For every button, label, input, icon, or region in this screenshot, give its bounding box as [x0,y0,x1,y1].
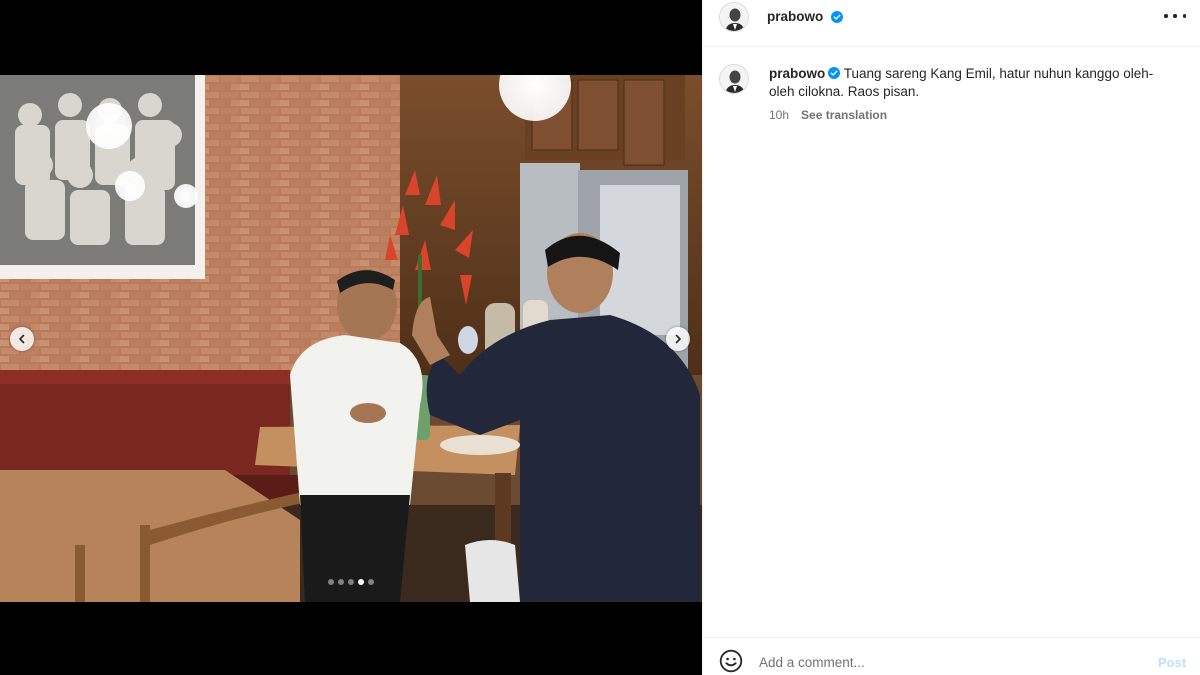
add-comment-bar: Post [703,637,1200,675]
carousel-dot [358,579,364,585]
carousel-dot [328,579,334,585]
header-username[interactable]: prabowo [767,9,823,24]
verified-badge [828,9,843,27]
carousel-next-button[interactable] [666,327,690,351]
carousel-dot [338,579,344,585]
comment-input[interactable] [759,652,1139,672]
profile-picture [720,65,748,93]
post-photo [0,75,702,602]
chevron-right-icon [675,334,681,344]
post-timestamp[interactable]: 10h [769,108,789,122]
media-viewer [0,0,702,675]
avatar[interactable] [719,2,749,32]
see-translation-link[interactable]: See translation [801,108,887,122]
post-photo-illustration [0,75,702,602]
caption-meta: 10h See translation [769,108,887,122]
post-header: prabowo [703,0,1200,47]
profile-picture [720,3,748,31]
carousel-dot [368,579,374,585]
post-detail-panel: prabowo prabowo Tuang sareng Kang Emil, … [702,0,1200,675]
caption-username[interactable]: prabowo [769,66,825,81]
carousel-indicator [328,579,374,585]
post-comment-button[interactable]: Post [1158,655,1186,670]
verified-icon [831,11,843,23]
carousel-dot [348,579,354,585]
caption-text: Tuang sareng Kang Emil, hatur nuhun kang… [769,66,1154,99]
more-options-icon[interactable] [1164,9,1186,23]
carousel-prev-button[interactable] [10,327,34,351]
caption-avatar[interactable] [719,64,749,94]
verified-icon [828,67,841,79]
caption-body: prabowo Tuang sareng Kang Emil, hatur nu… [769,65,1169,101]
emoji-icon[interactable] [719,649,743,673]
chevron-left-icon [19,334,25,344]
